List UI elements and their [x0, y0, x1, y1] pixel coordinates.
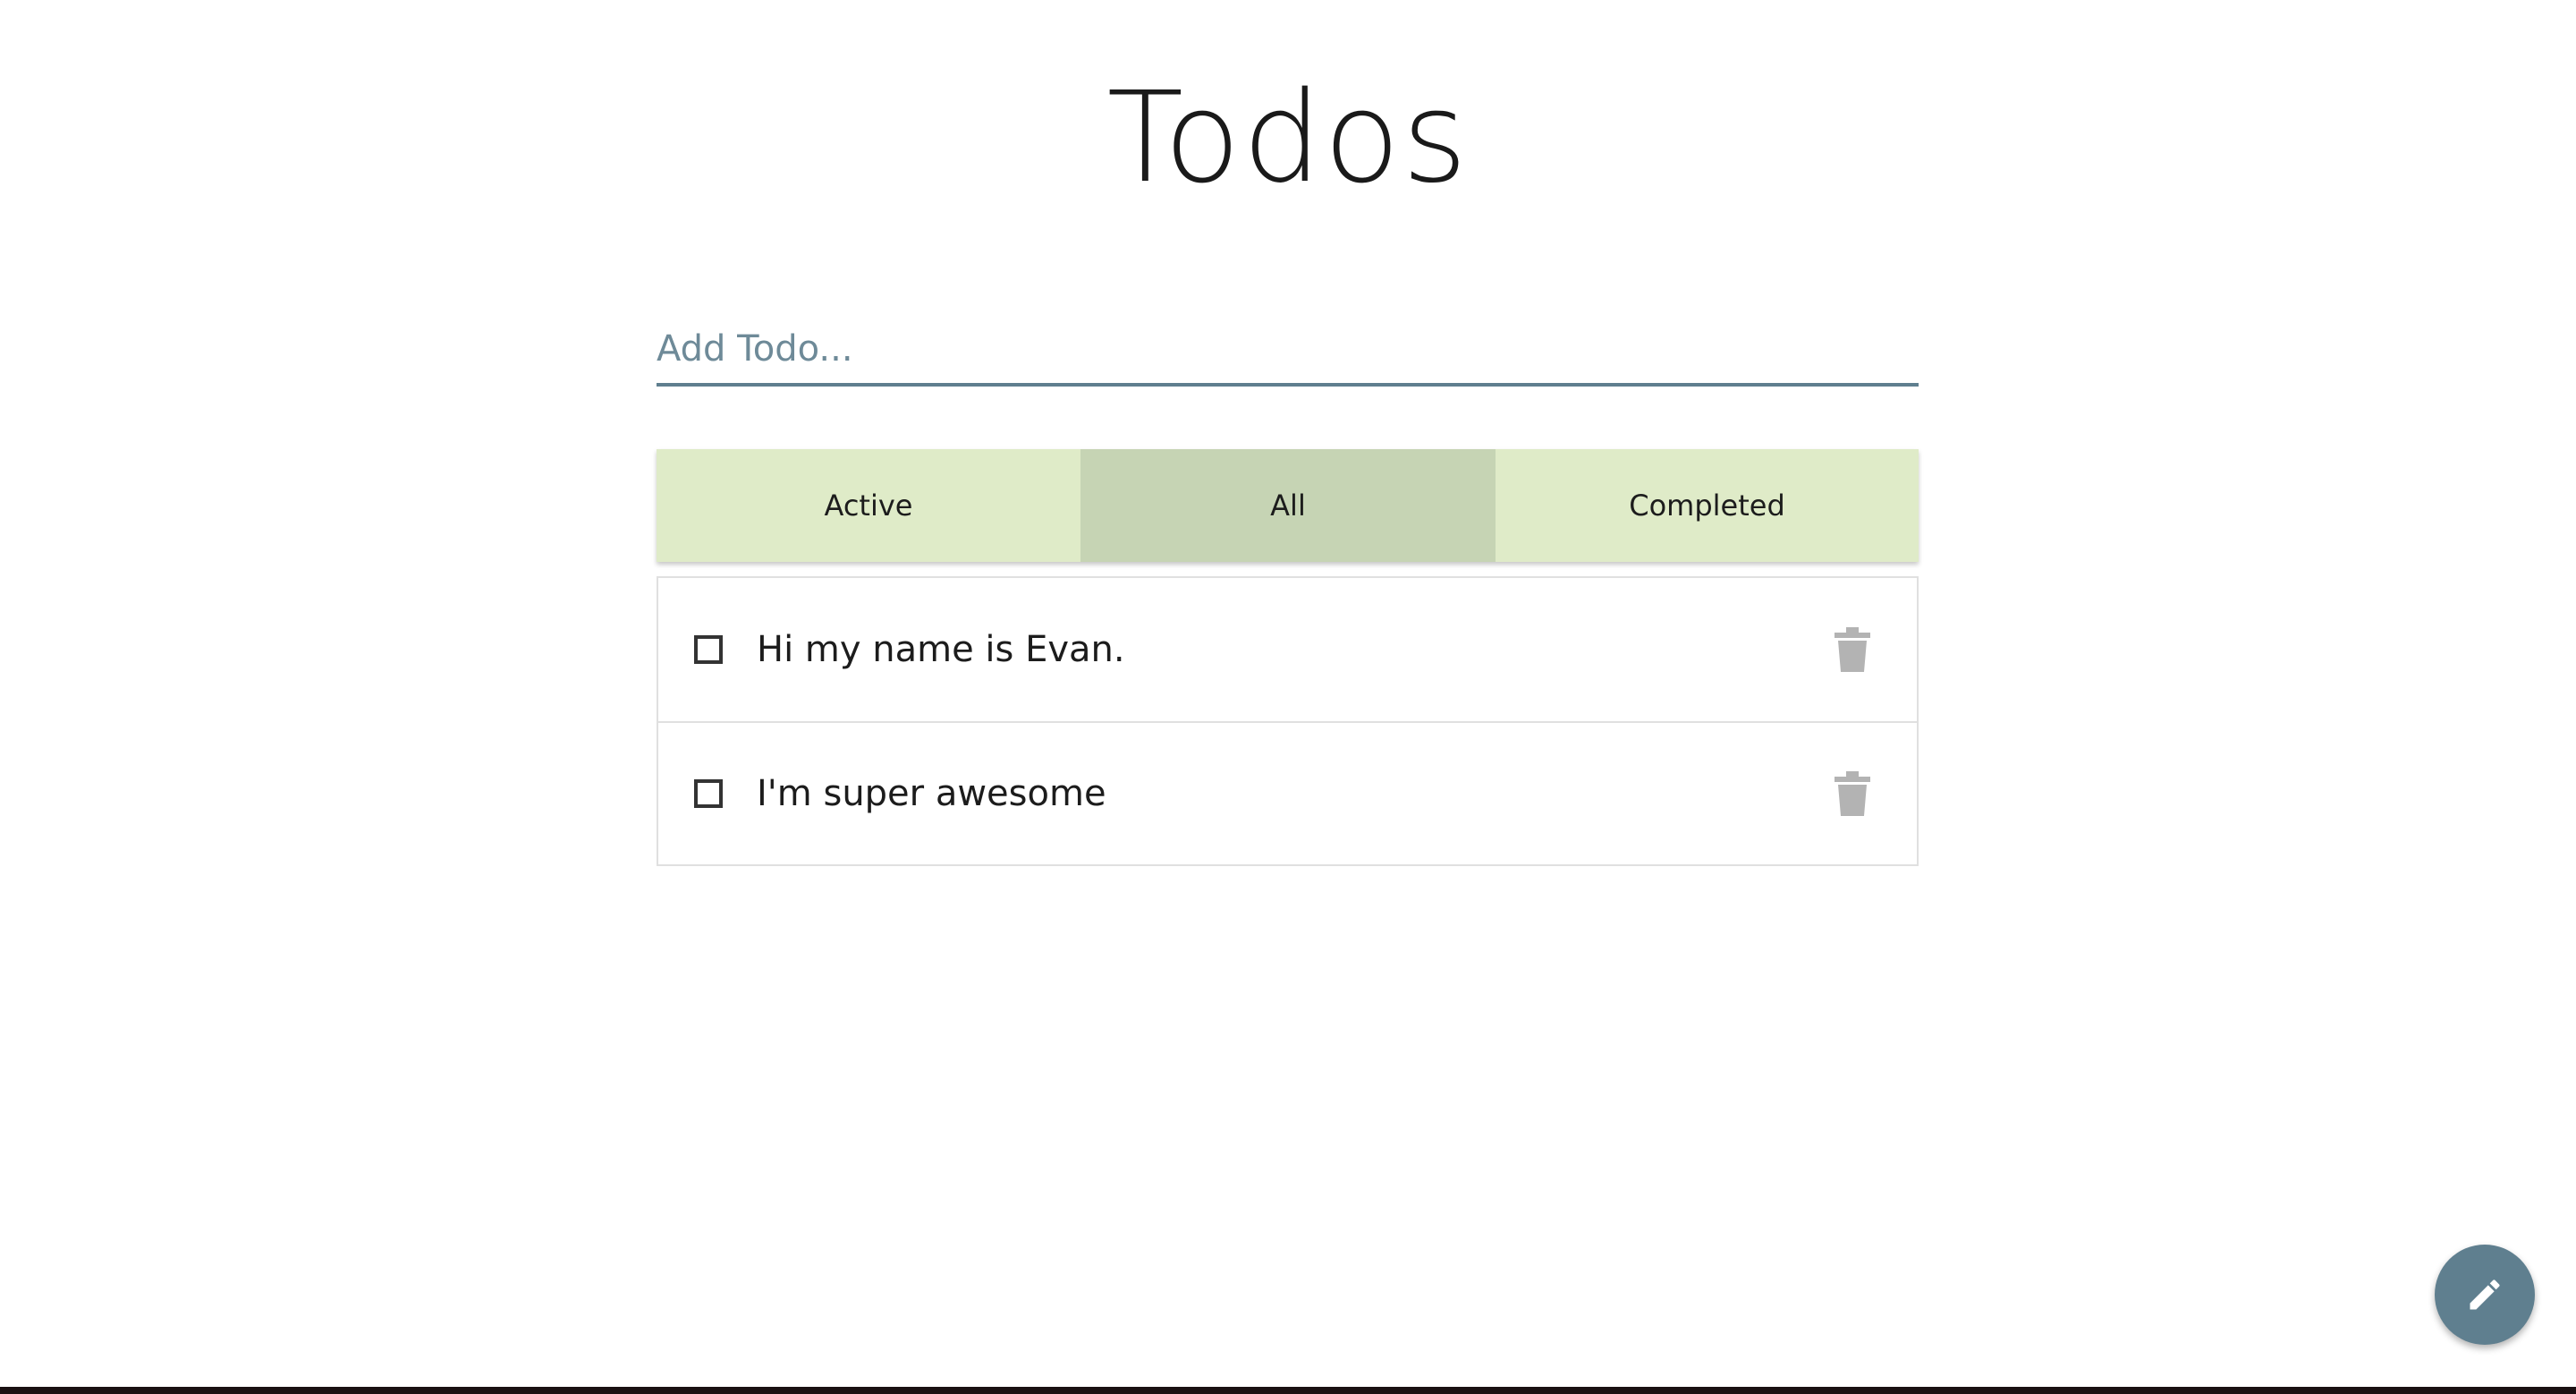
trash-icon	[1835, 771, 1870, 816]
edit-fab-button[interactable]	[2435, 1245, 2535, 1345]
pencil-icon	[2470, 1279, 2500, 1310]
filter-active-button[interactable]: Active	[657, 449, 1080, 562]
todo-text: Hi my name is Evan.	[757, 629, 1125, 670]
page-title: Todos	[1106, 65, 1470, 211]
delete-todo-button[interactable]	[1835, 771, 1870, 816]
filter-bar: Active All Completed	[657, 449, 1919, 562]
todo-item: I'm super awesome	[658, 721, 1917, 864]
todo-list: Hi my name is Evan. I'm super awesome	[657, 576, 1919, 866]
todo-checkbox[interactable]	[694, 779, 723, 808]
todo-checkbox[interactable]	[694, 635, 723, 664]
filter-all-button[interactable]: All	[1080, 449, 1496, 562]
add-todo-input[interactable]	[657, 315, 1919, 387]
todo-text: I'm super awesome	[757, 773, 1106, 814]
trash-icon	[1835, 627, 1870, 672]
delete-todo-button[interactable]	[1835, 627, 1870, 672]
bottom-edge	[0, 1387, 2576, 1394]
filter-completed-button[interactable]: Completed	[1496, 449, 1919, 562]
todo-item: Hi my name is Evan.	[658, 578, 1917, 721]
